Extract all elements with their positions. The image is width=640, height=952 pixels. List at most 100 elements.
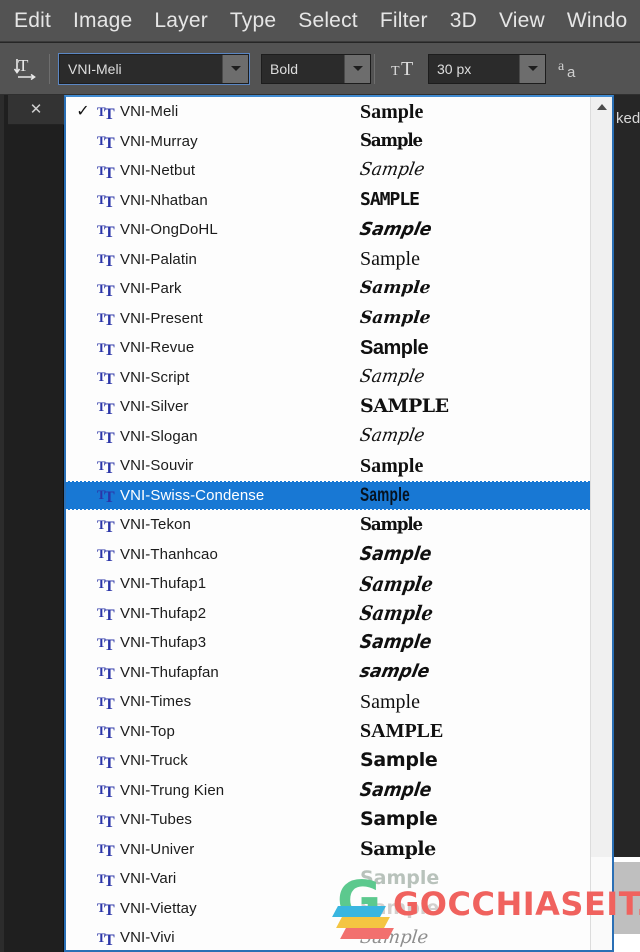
- font-sample-preview: SAMPLE: [360, 720, 444, 743]
- font-list-item[interactable]: T T VNI-Tubes Sample: [66, 805, 590, 835]
- font-style-combo[interactable]: Bold: [261, 53, 371, 84]
- anti-aliasing-icon[interactable]: a a: [552, 49, 590, 89]
- panel-tab[interactable]: ✕: [8, 95, 64, 125]
- chevron-down-icon[interactable]: [222, 54, 248, 83]
- font-list-item[interactable]: T T VNI-Thufap1 Sample: [66, 569, 590, 599]
- photoshop-window: Edit Image Layer Type Select Filter 3D View Wind…: [0, 0, 640, 952]
- font-name-label: VNI-Silver: [120, 398, 189, 416]
- menu-item-windo[interactable]: Windo: [556, 10, 639, 31]
- truetype-icon: TT: [94, 663, 120, 681]
- menu-item-3d[interactable]: 3D: [439, 10, 488, 31]
- font-name-label: VNI-Trung Kien: [120, 781, 225, 799]
- font-list-item[interactable]: T T VNI-Thufap2 Sample: [66, 599, 590, 629]
- font-sample-preview: Sample: [360, 808, 438, 831]
- svg-text:T: T: [104, 135, 115, 150]
- font-list-item[interactable]: T T VNI-Thufapfan sample: [66, 658, 590, 688]
- truetype-icon: TT: [94, 899, 120, 917]
- text-orientation-icon[interactable]: T: [6, 49, 46, 89]
- svg-text:T: T: [104, 873, 115, 888]
- font-sample-preview: Sample: [358, 542, 433, 565]
- menu-item-layer[interactable]: Layer: [143, 10, 219, 31]
- font-list-item[interactable]: T T VNI-Trung Kien Sample: [66, 776, 590, 806]
- font-list-item[interactable]: T T VNI-Park Sample: [66, 274, 590, 304]
- font-list-item[interactable]: ✓ T T VNI-Meli Sample: [66, 97, 590, 127]
- font-list-item[interactable]: T T VNI-Swiss-Condense Sample: [66, 480, 590, 510]
- svg-text:T: T: [104, 460, 115, 475]
- font-list-item[interactable]: T T VNI-OngDoHL Sample: [66, 215, 590, 245]
- menu-item-image[interactable]: Image: [62, 10, 143, 31]
- font-sample-preview: Sample: [360, 690, 420, 713]
- font-sample-preview: Sample: [360, 248, 420, 271]
- svg-text:T: T: [104, 106, 115, 121]
- font-sample-preview: Sample: [360, 896, 440, 919]
- font-sample-preview: Sample: [358, 601, 435, 626]
- menu-item-view[interactable]: View: [488, 10, 556, 31]
- font-sample-preview: Sample: [358, 631, 433, 654]
- truetype-icon: TT: [94, 604, 120, 622]
- font-list-item[interactable]: T T VNI-Slogan Sample: [66, 422, 590, 452]
- svg-text:T: T: [104, 283, 115, 298]
- menu-item-select[interactable]: Select: [287, 10, 369, 31]
- font-list-item[interactable]: T T VNI-Revue Sample: [66, 333, 590, 363]
- menu-item-filter[interactable]: Filter: [369, 10, 439, 31]
- font-size-combo[interactable]: 30 px: [428, 53, 546, 84]
- truetype-icon: TT: [94, 191, 120, 209]
- menu-bar: Edit Image Layer Type Select Filter 3D View Wind…: [0, 0, 640, 42]
- chevron-down-icon[interactable]: [344, 54, 370, 83]
- font-family-value: VNI-Meli: [68, 60, 122, 77]
- font-sample-preview: Sample: [360, 749, 438, 772]
- font-list-item[interactable]: T T VNI-Nhatban SAMPLE: [66, 186, 590, 216]
- font-list-item[interactable]: T T VNI-Top SAMPLE: [66, 717, 590, 747]
- font-name-label: VNI-Script: [120, 368, 190, 386]
- font-list-item[interactable]: T T VNI-Thanhcao Sample: [66, 540, 590, 570]
- svg-text:T: T: [104, 548, 115, 563]
- font-list-item[interactable]: T T VNI-Tekon Sample: [66, 510, 590, 540]
- font-name-label: VNI-Revue: [120, 339, 195, 357]
- svg-text:T: T: [104, 902, 115, 917]
- font-list-item[interactable]: T T VNI-Souvir Sample: [66, 451, 590, 481]
- truetype-icon: TT: [94, 575, 120, 593]
- font-list-item[interactable]: T T VNI-Silver SAMPLE: [66, 392, 590, 422]
- font-list-item[interactable]: T T VNI-Netbut Sample: [66, 156, 590, 186]
- truetype-icon: TT: [94, 339, 120, 357]
- font-list-item[interactable]: T T VNI-Murray Sample: [66, 127, 590, 157]
- font-list-item[interactable]: T T VNI-Vari Sample: [66, 864, 590, 894]
- font-sample-preview: Sample: [360, 867, 440, 890]
- font-name-label: VNI-Murray: [120, 132, 198, 150]
- font-list-item[interactable]: T T VNI-Palatin Sample: [66, 245, 590, 275]
- truetype-icon: TT: [94, 811, 120, 829]
- truetype-icon: TT: [94, 693, 120, 711]
- svg-text:T: T: [104, 666, 115, 681]
- font-list-item[interactable]: T T VNI-Present Sample: [66, 304, 590, 334]
- scrollbar-track[interactable]: [591, 857, 612, 950]
- close-icon[interactable]: ✕: [30, 102, 43, 117]
- font-list[interactable]: ✓ T T VNI-Meli Sample T T VNI-Murray Sample T T VNI…: [66, 97, 590, 950]
- font-sample-preview: SAMPLE: [360, 189, 420, 211]
- font-sample-preview: Sample: [360, 513, 423, 535]
- font-list-item[interactable]: T T VNI-Univer Sample: [66, 835, 590, 865]
- truetype-icon: TT: [94, 781, 120, 799]
- font-list-item[interactable]: T T VNI-Thufap3 Sample: [66, 628, 590, 658]
- svg-text:T: T: [104, 342, 115, 357]
- font-sample-preview: Sample: [358, 425, 427, 447]
- right-gray-box: [614, 862, 640, 934]
- font-style-value: Bold: [270, 60, 299, 77]
- font-name-label: VNI-Meli: [120, 103, 179, 121]
- font-list-item[interactable]: T T VNI-Script Sample: [66, 363, 590, 393]
- font-list-item[interactable]: T T VNI-Truck Sample: [66, 746, 590, 776]
- menu-item-type[interactable]: Type: [219, 10, 287, 31]
- chevron-up-icon[interactable]: [591, 97, 612, 117]
- font-sample-preview: Sample: [360, 837, 436, 860]
- svg-text:T: T: [104, 430, 115, 445]
- font-list-item[interactable]: T T VNI-Times Sample: [66, 687, 590, 717]
- truetype-icon: TT: [94, 132, 120, 150]
- truetype-icon: TT: [94, 545, 120, 563]
- chevron-down-icon[interactable]: [519, 54, 545, 83]
- font-family-combo[interactable]: VNI-Meli: [58, 52, 250, 85]
- font-list-scrollbar[interactable]: [590, 97, 612, 950]
- font-list-item[interactable]: T T VNI-Vivi Sample: [66, 923, 590, 950]
- font-name-label: VNI-Thufap1: [120, 575, 207, 593]
- font-list-item[interactable]: T T VNI-Viettay Sample: [66, 894, 590, 924]
- svg-text:T: T: [104, 253, 115, 268]
- menu-item-edit[interactable]: Edit: [0, 10, 62, 31]
